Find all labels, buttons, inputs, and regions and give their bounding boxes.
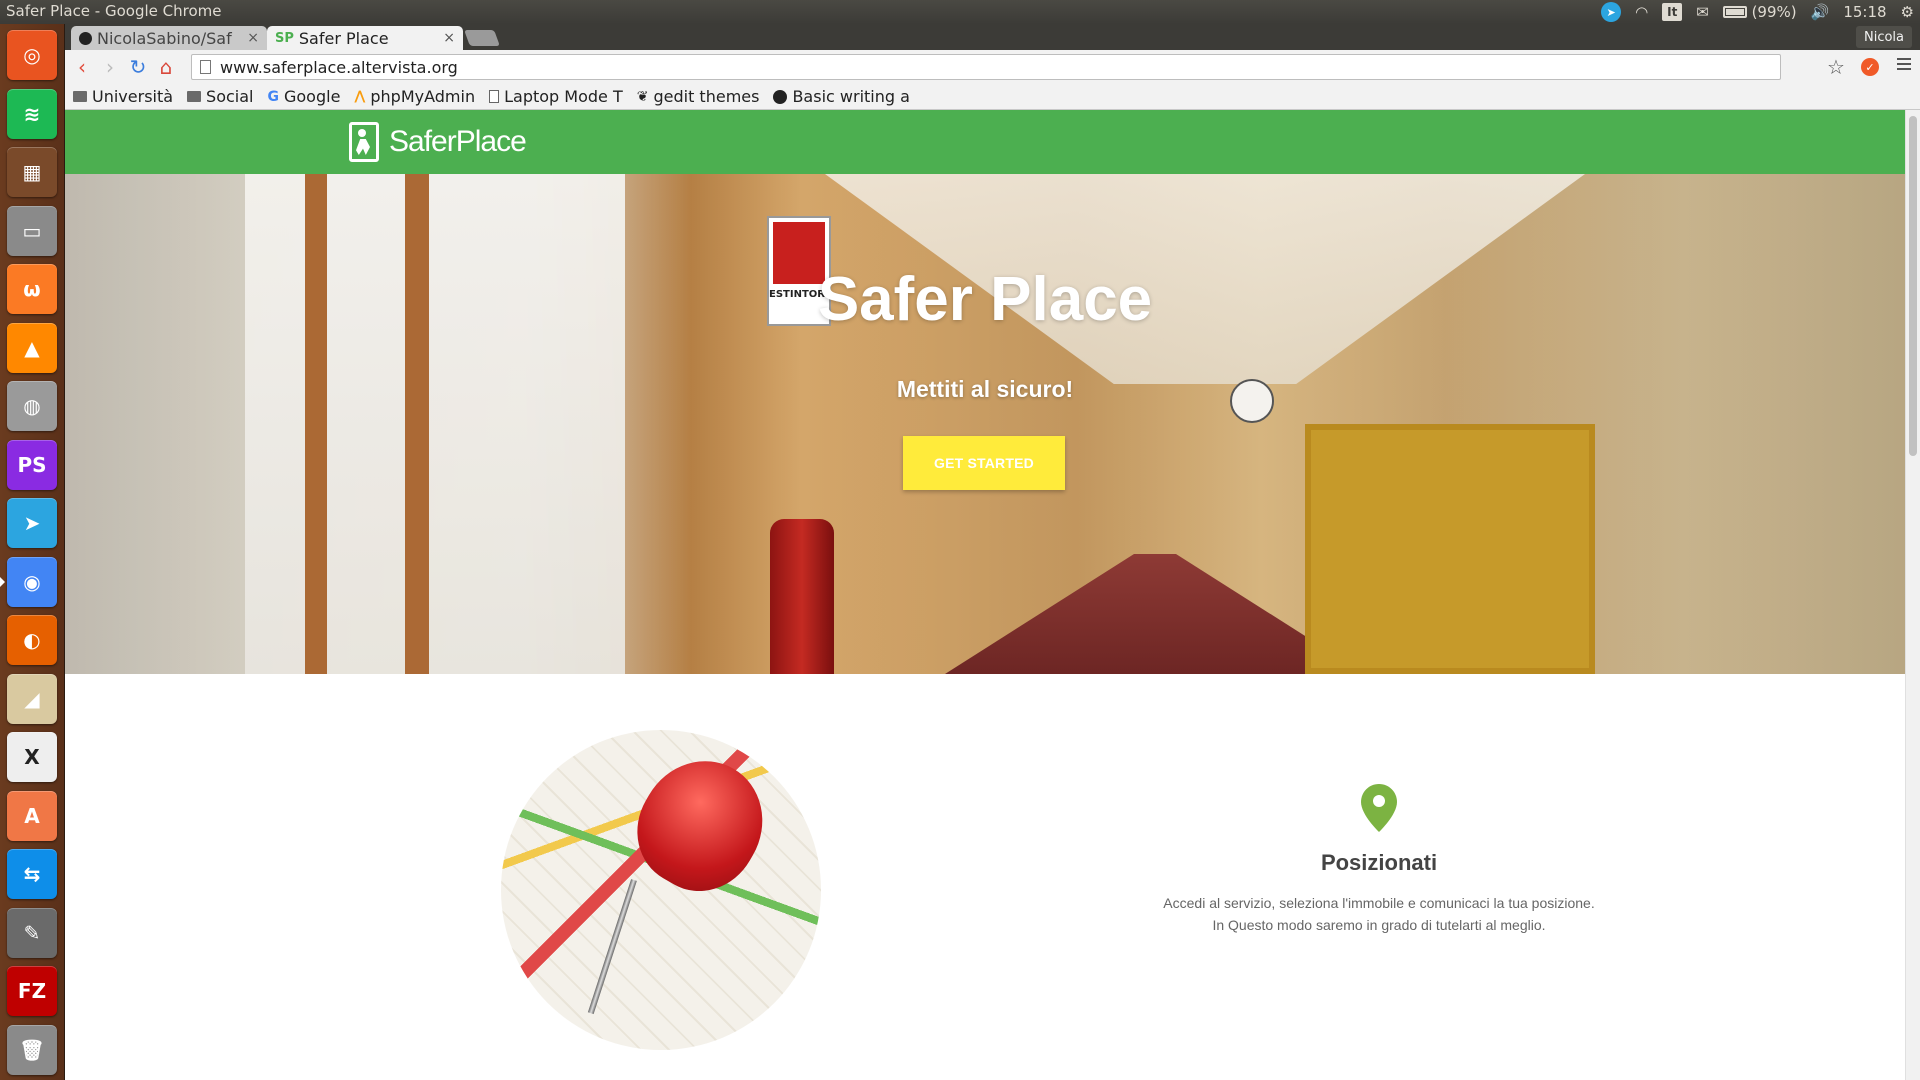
bookmark-label: Google — [283, 87, 341, 106]
tab-label: NicolaSabino/Saf — [97, 28, 232, 48]
software-center-icon[interactable]: A — [7, 790, 57, 841]
github-icon — [773, 89, 788, 104]
home-button[interactable]: ⌂ — [155, 55, 177, 79]
volume-icon[interactable]: 🔊 — [1811, 3, 1830, 21]
feature-title: Posizionati — [1320, 850, 1438, 875]
reload-button[interactable]: ↻ — [127, 55, 149, 79]
pin-needle — [587, 879, 637, 1015]
workspace-switcher-icon[interactable]: ▦ — [7, 147, 57, 197]
tab-github[interactable]: NicolaSabino/Saf × — [71, 26, 267, 50]
bookmark-phpmyadmin[interactable]: ⋀ phpMyAdmin — [354, 87, 475, 106]
mail-icon[interactable]: ✉ — [1696, 3, 1709, 21]
teamviewer-icon[interactable]: ⇆ — [7, 849, 57, 899]
bookmark-label: gedit themes — [653, 87, 760, 106]
bookmarks-bar: Università Social G Google ⋀ phpMyAdmin La… — [65, 84, 1920, 110]
files-icon[interactable]: ▭ — [7, 205, 57, 256]
bookmark-label: Social — [206, 87, 254, 106]
hero-title: Safer Place — [817, 265, 1153, 334]
address-bar[interactable]: www.saferplace.altervista.org — [191, 54, 1781, 80]
chrome-icon[interactable]: ◉ — [7, 556, 57, 607]
feature-text-line-1: Accedi al servizio, seleziona l'immobile… — [1163, 895, 1595, 911]
disk-icon[interactable]: ◍ — [7, 381, 57, 431]
system-tray: ➤ ◠ It ✉ (99%) 🔊 15:18 ⚙ — [1601, 0, 1914, 24]
chrome-menu-button[interactable] — [1897, 58, 1911, 73]
tab-strip: NicolaSabino/Saf × SP Safer Place × Nico… — [65, 24, 1920, 50]
extension-icon[interactable]: ✓ — [1861, 58, 1879, 76]
bookmark-social[interactable]: Social — [187, 87, 253, 106]
site-brand[interactable]: SaferPlace — [349, 122, 527, 162]
vlc-icon[interactable]: ▲ — [7, 322, 57, 373]
filezilla-icon[interactable]: FZ — [7, 966, 57, 1016]
battery-icon — [1722, 6, 1747, 18]
phpstorm-icon[interactable]: PS — [7, 439, 57, 490]
battery-percent: (99%) — [1751, 3, 1797, 21]
tab-label: Safer Place — [298, 28, 389, 48]
launcher: ◎ ≋ ▦ ▭ ω ▲ ◍ PS ➤ ◉ ◐ ◢ X A ⇆ ✎ FZ 🗑 — [0, 24, 65, 1080]
exit-logo-icon — [349, 122, 379, 162]
xampp-icon[interactable]: ω — [7, 264, 57, 314]
tools-icon[interactable]: ✎ — [7, 907, 57, 958]
map-pin-image — [501, 730, 821, 1050]
url-text: www.saferplace.altervista.org — [220, 57, 458, 77]
saferplace-favicon: SP — [275, 30, 294, 46]
phpmyadmin-icon: ⋀ — [354, 89, 366, 104]
google-icon: G — [267, 88, 279, 105]
forward-button[interactable]: › — [99, 55, 121, 79]
bookmark-label: Università — [92, 87, 174, 106]
hero-section: ESTINTORE Safer Place Mettiti al sicuro!… — [65, 174, 1905, 674]
folder-icon — [187, 91, 202, 102]
bookmark-gedit-themes[interactable]: ❦ gedit themes — [637, 87, 760, 106]
page-icon — [200, 60, 211, 74]
new-tab-button[interactable] — [464, 30, 500, 46]
active-app-indicator — [0, 576, 5, 587]
page-icon — [489, 90, 500, 103]
top-panel: Safer Place - Google Chrome ➤ ◠ It ✉ (99… — [0, 0, 1920, 24]
close-icon[interactable]: × — [443, 30, 455, 46]
firefox-icon[interactable]: ◐ — [7, 615, 57, 665]
battery-indicator[interactable]: (99%) — [1722, 3, 1797, 21]
bookmark-label: Laptop Mode T — [504, 87, 623, 106]
wifi-icon[interactable]: ◠ — [1635, 3, 1648, 21]
telegram-icon[interactable]: ➤ — [7, 498, 57, 548]
feature-text: Accedi al servizio, seleziona l'immobile… — [1065, 892, 1693, 936]
page-scrollbar[interactable] — [1905, 110, 1920, 1080]
bookmark-label: phpMyAdmin — [370, 87, 476, 106]
github-icon — [79, 31, 92, 45]
location-marker-icon — [1361, 784, 1397, 832]
bookmark-basic-writing[interactable]: Basic writing a — [773, 87, 910, 106]
back-button[interactable]: ‹ — [71, 55, 93, 79]
scrollbar-thumb[interactable] — [1909, 116, 1917, 456]
bookmark-universita[interactable]: Università — [73, 87, 173, 106]
feature-text-line-2: In Questo modo saremo in grado di tutela… — [1212, 917, 1546, 933]
clock[interactable]: 15:18 — [1843, 3, 1886, 21]
gedit-icon: ❦ — [636, 88, 649, 105]
bookmark-star-icon[interactable]: ☆ — [1827, 55, 1845, 79]
impress-icon[interactable]: ◢ — [7, 673, 57, 724]
bookmark-label: Basic writing a — [792, 87, 910, 106]
trash-icon[interactable]: 🗑 — [7, 1024, 57, 1075]
site-navbar: SaferPlace — [65, 110, 1905, 174]
get-started-button[interactable]: GET STARTED — [903, 436, 1065, 490]
profile-button[interactable]: Nicola — [1855, 26, 1912, 48]
ubuntu-dash-icon[interactable]: ◎ — [7, 30, 57, 80]
close-icon[interactable]: × — [247, 30, 259, 46]
hero-subtitle: Mettiti al sicuro! — [896, 376, 1074, 402]
xmind-icon[interactable]: X — [7, 732, 57, 782]
folder-icon — [73, 91, 87, 102]
keyboard-layout-indicator[interactable]: It — [1662, 3, 1683, 21]
spotify-icon[interactable]: ≋ — [7, 88, 57, 139]
window-title: Safer Place - Google Chrome — [6, 2, 222, 20]
tab-safer-place[interactable]: SP Safer Place × — [267, 26, 463, 50]
browser-toolbar: ‹ › ↻ ⌂ www.saferplace.altervista.org ☆ … — [65, 50, 1920, 84]
browser-window: NicolaSabino/Saf × SP Safer Place × Nico… — [65, 24, 1920, 1080]
gear-icon[interactable]: ⚙ — [1901, 3, 1914, 21]
pin-head — [616, 738, 786, 912]
hero-content: Safer Place Mettiti al sicuro! GET START… — [65, 174, 1905, 674]
bookmark-laptop-mode[interactable]: Laptop Mode T — [489, 87, 623, 106]
brand-name: SaferPlace — [389, 125, 527, 158]
telegram-tray-icon[interactable]: ➤ — [1601, 2, 1622, 22]
bookmark-google[interactable]: G Google — [267, 87, 340, 106]
page-viewport: SaferPlace ESTINTORE Safer Place Mettiti… — [65, 110, 1905, 1080]
